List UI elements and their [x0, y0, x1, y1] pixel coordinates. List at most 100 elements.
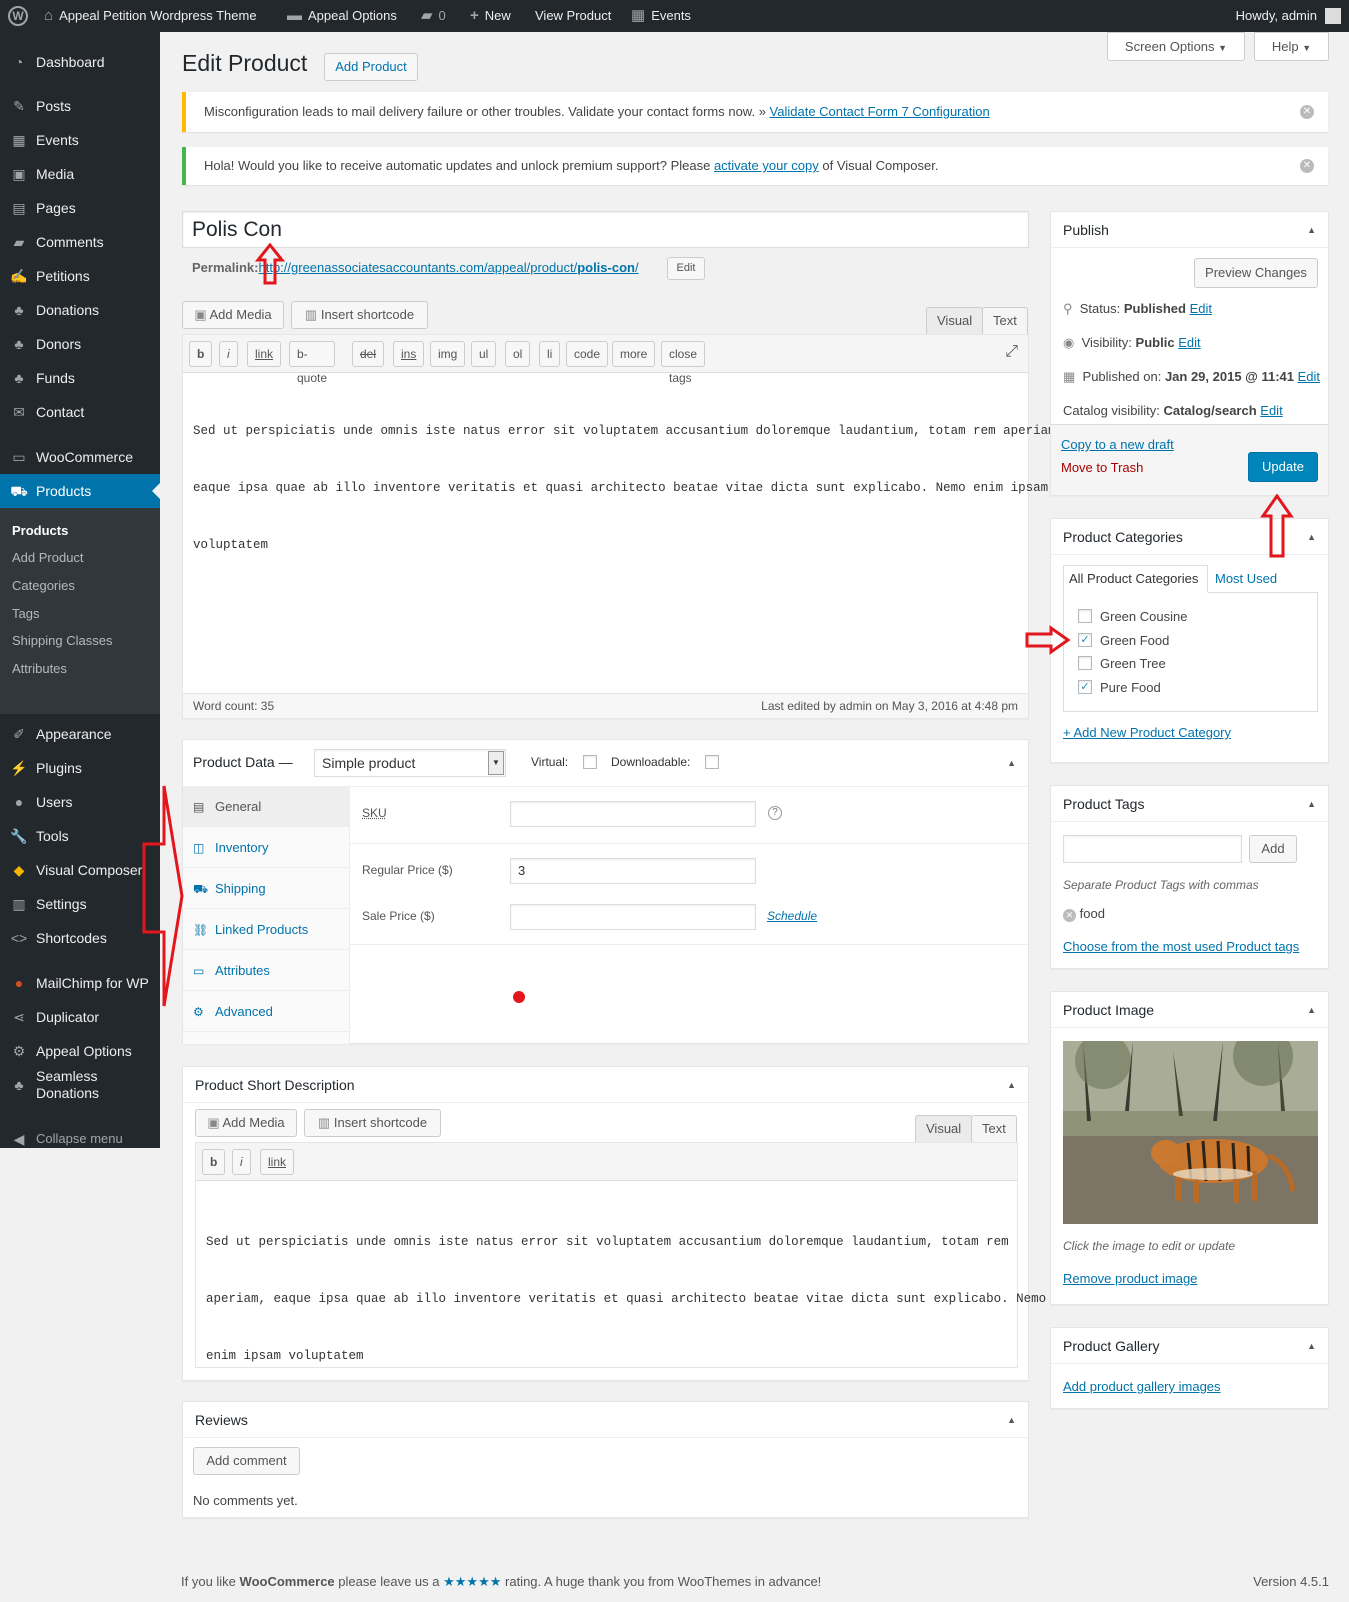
qt-img-button[interactable]: img [430, 341, 466, 367]
tab-general[interactable]: ▤ General [183, 787, 349, 827]
toggle-arrow-icon[interactable]: ▲ [1007, 740, 1016, 787]
sale-price-input[interactable] [510, 904, 756, 930]
menu-duplicator[interactable]: ⋖ Duplicator [0, 1000, 160, 1034]
qt-code-button[interactable]: code [566, 341, 609, 367]
tab-advanced[interactable]: ⚙ Advanced [183, 992, 349, 1032]
tab-shipping[interactable]: ⛟ Shipping [183, 869, 349, 909]
howdy-account-link[interactable]: Howdy, admin [1236, 0, 1317, 32]
tab-inventory[interactable]: ◫ Inventory [183, 828, 349, 868]
category-checkbox[interactable]: ✓ [1078, 633, 1092, 647]
menu-settings[interactable]: ▥ Settings [0, 887, 160, 921]
add-comment-button[interactable]: Add comment [193, 1447, 300, 1475]
schedule-link[interactable]: Schedule [767, 909, 817, 923]
qt-del-button[interactable]: del [352, 341, 385, 367]
toggle-arrow-icon[interactable]: ▲ [1307, 1328, 1316, 1364]
downloadable-checkbox[interactable] [705, 755, 719, 769]
submenu-products[interactable]: Products [12, 523, 68, 538]
add-media-button[interactable]: ▣ Add Media [195, 1109, 297, 1137]
qt-bold-button[interactable]: b [189, 341, 213, 367]
qt-link-button[interactable]: link [247, 341, 282, 367]
menu-shortcodes[interactable]: <> Shortcodes [0, 921, 160, 955]
category-checkbox[interactable] [1078, 609, 1092, 623]
menu-comments[interactable]: ▰ Comments [0, 225, 160, 259]
help-button[interactable]: Help ▼ [1254, 32, 1329, 61]
site-name-link[interactable]: ⌂ Appeal Petition Wordpress Theme [44, 0, 257, 32]
category-checkbox[interactable] [1078, 656, 1092, 670]
menu-tools[interactable]: 🔧 Tools [0, 819, 160, 853]
permalink-link[interactable]: http://greenassociatesaccountants.com/ap… [258, 260, 638, 275]
tab-attributes[interactable]: ▭ Attributes [183, 951, 349, 991]
update-button[interactable]: Update [1248, 452, 1318, 482]
appeal-options-link[interactable]: ▬ Appeal Options [287, 0, 397, 32]
preview-changes-button[interactable]: Preview Changes [1194, 258, 1318, 288]
add-new-category-link[interactable]: + Add New Product Category [1063, 725, 1231, 740]
insert-shortcode-button[interactable]: ▥ Insert shortcode [304, 1109, 441, 1137]
date-edit-link[interactable]: Edit [1298, 369, 1320, 384]
status-edit-link[interactable]: Edit [1190, 301, 1212, 316]
new-content-link[interactable]: + New [470, 0, 511, 32]
comments-link[interactable]: ▰ 0 [421, 0, 446, 32]
toggle-arrow-icon[interactable]: ▲ [1007, 1402, 1016, 1438]
menu-appeal-options[interactable]: ⚙ Appeal Options [0, 1034, 160, 1068]
submenu-add-product[interactable]: Add Product [12, 550, 84, 565]
product-type-select[interactable]: Simple product ▼ [314, 749, 506, 777]
dismiss-icon[interactable]: ✕ [1300, 159, 1314, 173]
catalog-edit-link[interactable]: Edit [1260, 403, 1282, 418]
wordpress-logo-icon[interactable]: W [8, 0, 28, 32]
qt-ol-button[interactable]: ol [505, 341, 531, 367]
qt-ul-button[interactable]: ul [471, 341, 497, 367]
events-link[interactable]: ▦ Events [631, 0, 691, 32]
category-checkbox[interactable]: ✓ [1078, 680, 1092, 694]
copy-draft-link[interactable]: Copy to a new draft [1061, 437, 1174, 452]
menu-users[interactable]: ● Users [0, 785, 160, 819]
qt-italic-button[interactable]: i [232, 1149, 251, 1175]
tab-text[interactable]: Text [982, 307, 1028, 335]
menu-donors[interactable]: ♣ Donors [0, 327, 160, 361]
choose-most-used-tags-link[interactable]: Choose from the most used Product tags [1063, 939, 1299, 954]
qt-close-tags-button[interactable]: close tags [661, 341, 706, 385]
menu-pages[interactable]: ▤ Pages [0, 191, 160, 225]
menu-woocommerce[interactable]: ▭ WooCommerce [0, 440, 160, 474]
tab-most-used[interactable]: Most Used [1215, 571, 1277, 586]
add-media-button[interactable]: ▣ Add Media [182, 301, 284, 329]
screen-options-button[interactable]: Screen Options ▼ [1107, 32, 1245, 61]
help-icon[interactable]: ? [768, 806, 782, 820]
add-product-button[interactable]: Add Product [324, 53, 418, 81]
dismiss-icon[interactable]: ✕ [1300, 105, 1314, 119]
avatar[interactable] [1325, 0, 1341, 32]
editor-textarea[interactable]: Sed ut perspiciatis unde omnis iste natu… [193, 384, 1063, 593]
menu-products[interactable]: ⛟ Products [0, 474, 160, 508]
menu-dashboard[interactable]: ◔ Dashboard [0, 45, 160, 79]
toggle-arrow-icon[interactable]: ▲ [1307, 519, 1316, 555]
submenu-tags[interactable]: Tags [12, 606, 39, 621]
regular-price-input[interactable]: 3 [510, 858, 756, 884]
toggle-arrow-icon[interactable]: ▲ [1307, 992, 1316, 1028]
tag-input[interactable] [1063, 835, 1242, 863]
qt-italic-button[interactable]: i [219, 341, 238, 367]
qt-li-button[interactable]: li [539, 341, 561, 367]
menu-seamless-donations[interactable]: ♣ Seamless Donations [0, 1068, 160, 1108]
virtual-checkbox[interactable] [583, 755, 597, 769]
collapse-menu[interactable]: ◀ Collapse menu [0, 1122, 160, 1156]
qt-more-button[interactable]: more [612, 341, 656, 367]
fullscreen-icon[interactable]: ⤢ [1005, 343, 1018, 361]
permalink-edit-button[interactable]: Edit [667, 257, 705, 280]
move-to-trash-link[interactable]: Move to Trash [1061, 460, 1143, 475]
qt-bold-button[interactable]: b [202, 1149, 226, 1175]
menu-events[interactable]: ▦ Events [0, 123, 160, 157]
remove-product-image-link[interactable]: Remove product image [1063, 1271, 1197, 1286]
menu-appearance[interactable]: ✐ Appearance [0, 717, 160, 751]
menu-media[interactable]: ▣ Media [0, 157, 160, 191]
menu-mailchimp[interactable]: ● MailChimp for WP [0, 966, 160, 1000]
product-image-thumbnail[interactable] [1063, 1041, 1318, 1224]
toggle-arrow-icon[interactable]: ▲ [1007, 1067, 1016, 1103]
visibility-edit-link[interactable]: Edit [1178, 335, 1200, 350]
menu-plugins[interactable]: ⚡ Plugins [0, 751, 160, 785]
menu-donations[interactable]: ♣ Donations [0, 293, 160, 327]
menu-funds[interactable]: ♣ Funds [0, 361, 160, 395]
sku-input[interactable] [510, 801, 756, 827]
tab-linked-products[interactable]: ⛓ Linked Products [183, 910, 349, 950]
menu-petitions[interactable]: ✍ Petitions [0, 259, 160, 293]
tab-all-categories[interactable]: All Product Categories [1063, 565, 1208, 593]
add-tag-button[interactable]: Add [1249, 835, 1297, 863]
